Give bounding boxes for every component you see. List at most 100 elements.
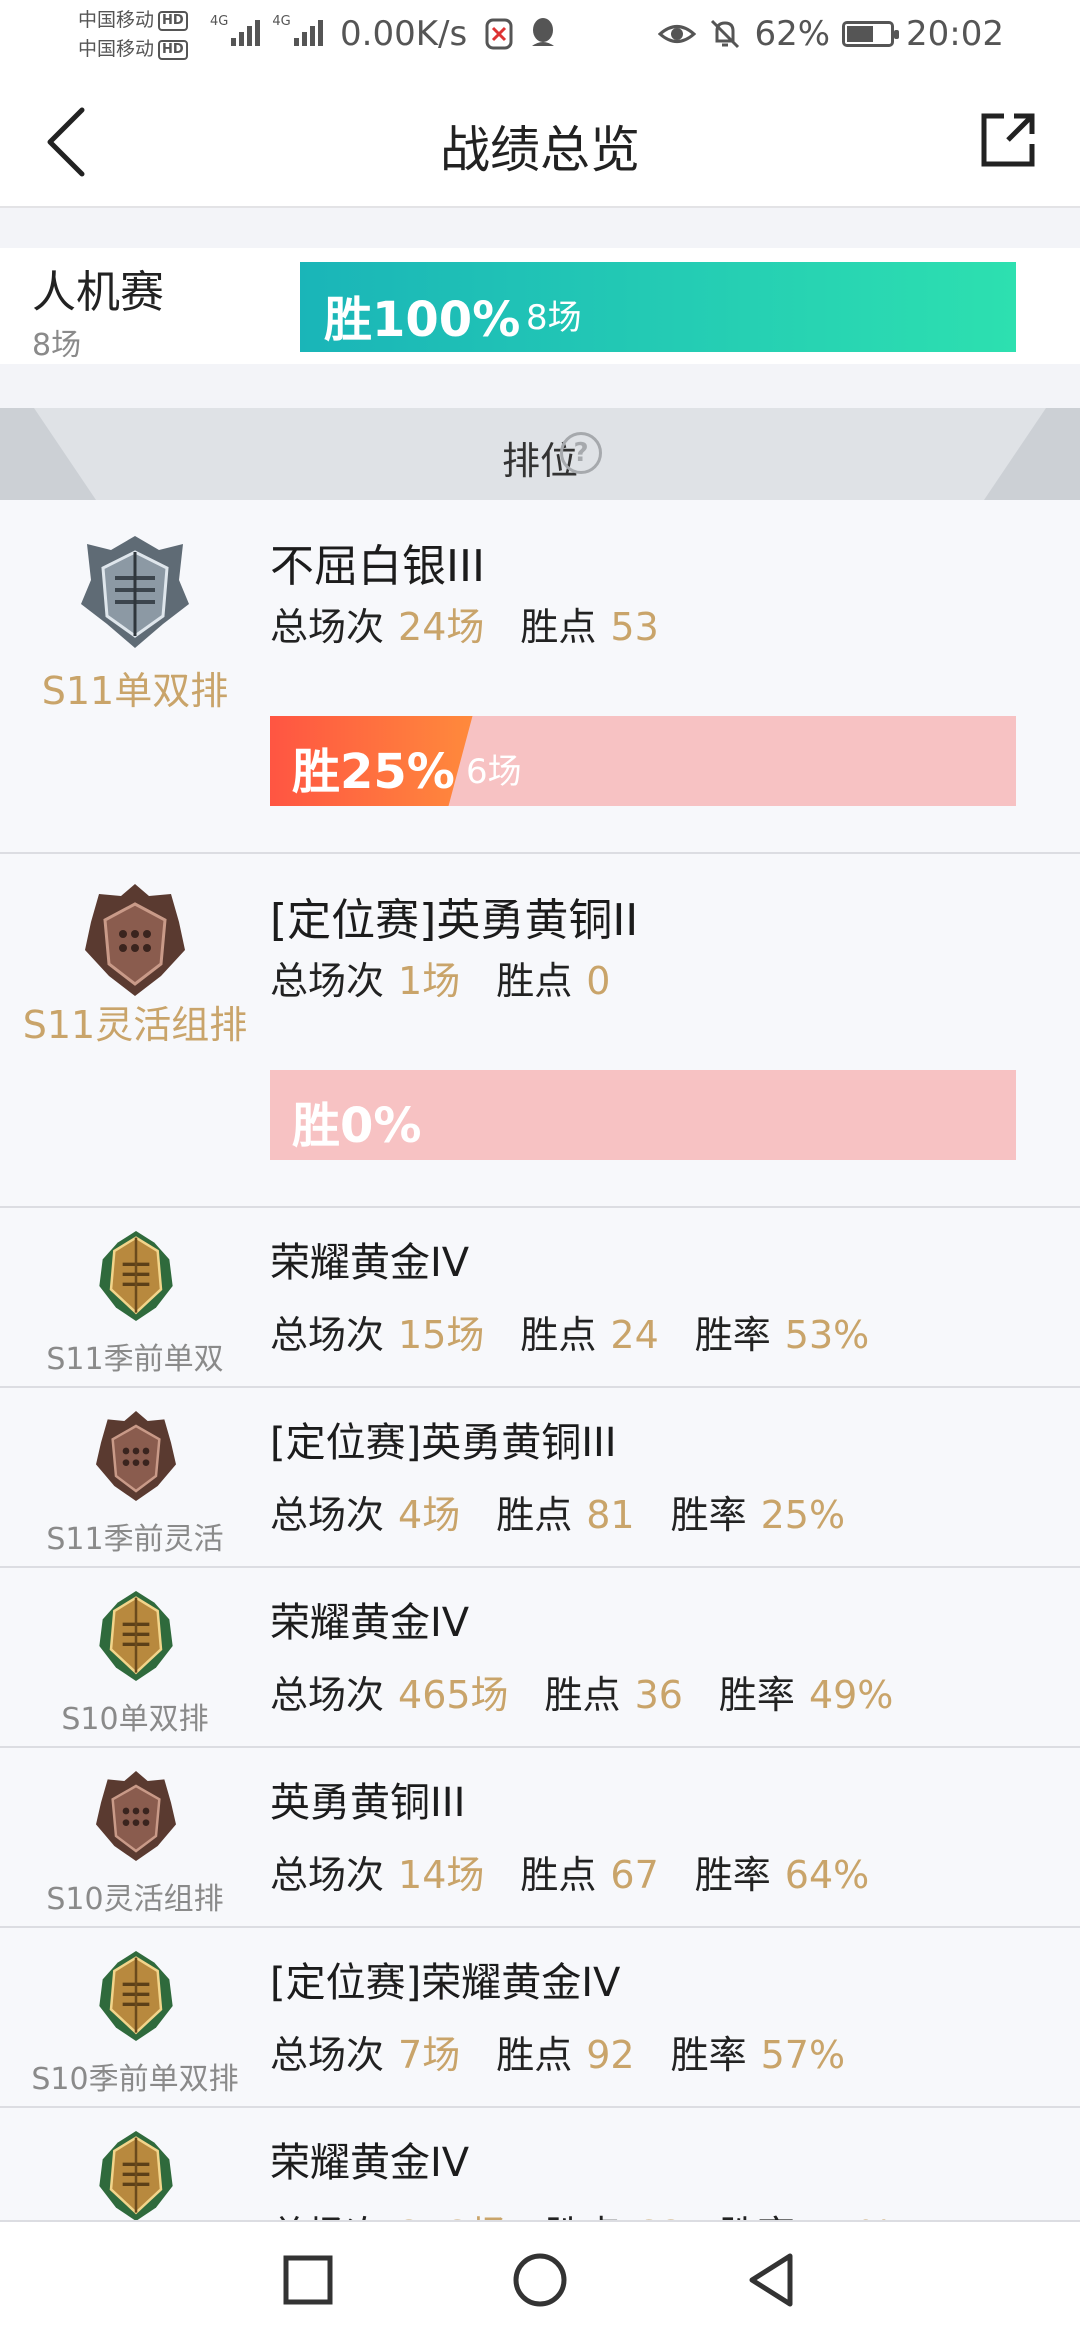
tier-name: 不屈白银III xyxy=(270,541,485,592)
rank-card[interactable]: 荣耀黄金IV 总场次 242场 胜点 68 胜率 55% xyxy=(0,2108,1080,2222)
queue-name: S10单双排 xyxy=(61,1702,209,1737)
home-icon[interactable] xyxy=(508,2248,572,2312)
gold-emblem-icon xyxy=(99,1591,173,1681)
stats-row: 总场次 7场 胜点 92 胜率 57% xyxy=(270,2024,881,2079)
pve-win-bar: 胜100% 8场 xyxy=(300,262,1016,352)
help-icon[interactable]: ? xyxy=(560,432,602,474)
games-value: 15场 xyxy=(398,1313,485,1357)
carrier-label: 中国移动 xyxy=(78,38,155,60)
network-speed: 0.00K/s xyxy=(340,14,468,54)
games-value: 14场 xyxy=(398,1853,485,1897)
games-value: 465场 xyxy=(398,1673,509,1717)
pve-title: 人机赛 xyxy=(32,267,164,318)
pve-summary-row[interactable]: 人机赛 8场 胜100% 8场 xyxy=(0,248,1080,364)
games-value: 7场 xyxy=(398,2033,461,2077)
win-rate-label: 胜率 xyxy=(719,2213,795,2220)
lp-label: 胜点 xyxy=(496,2033,573,2077)
games-label: 总场次 xyxy=(270,1673,385,1717)
pve-win-games: 8场 xyxy=(526,298,582,338)
gold-emblem-icon xyxy=(99,1231,173,1321)
win-rate-value: 53% xyxy=(784,1313,870,1357)
rank-card[interactable]: S10单双排 荣耀黄金IV 总场次 465场 胜点 36 胜率 49% xyxy=(0,1568,1080,1748)
hd-badge: HD xyxy=(158,10,188,31)
network-type: 4G xyxy=(272,14,291,29)
network-type: 4G xyxy=(210,14,229,29)
win-rate-label: 胜0% xyxy=(292,1098,422,1154)
tier-name: [定位赛]英勇黄铜II xyxy=(270,895,639,946)
ranked-section-header: 排位 ? xyxy=(0,408,1080,500)
win-rate-bar: 胜25% 6场 xyxy=(270,716,1016,806)
rank-card[interactable]: S11单双排 不屈白银III 总场次 24场 胜点 53 胜25% 6场 xyxy=(0,500,1080,854)
games-label: 总场次 xyxy=(270,1313,385,1357)
stats-row: 总场次 242场 胜点 68 胜率 55% xyxy=(270,2204,929,2220)
games-value: 1场 xyxy=(398,959,461,1003)
status-bar: 中国移动 HD 中国移动 HD 4G 4G 0.00K/s 62% 20:02 xyxy=(0,0,1080,72)
games-value: 242场 xyxy=(398,2213,509,2220)
lp-label: 胜点 xyxy=(496,1493,573,1537)
win-rate-value: 25% xyxy=(760,1493,846,1537)
games-label: 总场次 xyxy=(270,959,385,1003)
win-games: 6场 xyxy=(466,752,522,792)
queue-name: S11季前单双 xyxy=(46,1342,224,1377)
recent-apps-icon[interactable] xyxy=(276,2248,340,2312)
stats-row: 总场次 24场 胜点 53 xyxy=(270,596,695,651)
tier-name: 英勇黄铜III xyxy=(270,1780,466,1826)
win-rate-value: 57% xyxy=(760,2033,846,2077)
stats-row: 总场次 1场 胜点 0 xyxy=(270,950,646,1005)
queue-name: S10季前单双排 xyxy=(31,2062,239,2097)
share-icon[interactable] xyxy=(978,110,1038,170)
rank-card[interactable]: S11灵活组排 [定位赛]英勇黄铜II 总场次 1场 胜点 0 胜0% xyxy=(0,854,1080,1208)
lp-value: 0 xyxy=(586,959,611,1003)
app-notification-icon xyxy=(485,18,513,50)
win-rate-bar: 胜0% xyxy=(270,1070,1016,1160)
tier-name: [定位赛]英勇黄铜III xyxy=(270,1420,617,1466)
rank-card[interactable]: S10季前单双排 [定位赛]荣耀黄金IV 总场次 7场 胜点 92 胜率 57% xyxy=(0,1928,1080,2108)
status-right: 62% 20:02 xyxy=(658,14,1004,54)
tier-name: [定位赛]荣耀黄金IV xyxy=(270,1960,621,2006)
carrier-label: 中国移动 xyxy=(78,9,155,31)
lp-value: 68 xyxy=(635,2213,683,2220)
win-rate-value: 55% xyxy=(809,2213,893,2220)
games-value: 24场 xyxy=(398,605,485,649)
rank-card[interactable]: S11季前灵活 [定位赛]英勇黄铜III 总场次 4场 胜点 81 胜率 25% xyxy=(0,1388,1080,1568)
qq-icon xyxy=(532,18,554,46)
tier-name: 荣耀黄金IV xyxy=(270,1240,470,1286)
mute-bell-icon xyxy=(711,19,740,49)
app-header: 战绩总览 xyxy=(0,72,1080,208)
back-nav-icon[interactable] xyxy=(740,2248,804,2312)
bronze-emblem-icon xyxy=(96,1411,176,1501)
pve-game-count: 8场 xyxy=(32,328,82,363)
gold-emblem-icon xyxy=(99,1951,173,2041)
battery-percent: 62% xyxy=(754,14,831,54)
pve-win-rate: 胜100% xyxy=(324,292,521,348)
battery-icon xyxy=(842,21,900,47)
lp-value: 67 xyxy=(610,1853,659,1897)
bronze-emblem-icon xyxy=(85,884,185,996)
gold-emblem-icon xyxy=(99,2131,173,2220)
eye-icon xyxy=(658,25,697,43)
games-label: 总场次 xyxy=(270,2213,384,2220)
games-label: 总场次 xyxy=(270,1853,385,1897)
rank-card[interactable]: S10灵活组排 英勇黄铜III 总场次 14场 胜点 67 胜率 64% xyxy=(0,1748,1080,1928)
win-rate-label: 胜率 xyxy=(694,1313,771,1357)
games-label: 总场次 xyxy=(270,1493,385,1537)
stats-row: 总场次 4场 胜点 81 胜率 25% xyxy=(270,1484,881,1539)
battery-fill xyxy=(847,26,874,42)
win-rate-label: 胜率 xyxy=(718,1673,795,1717)
win-rate-label: 胜25% xyxy=(292,744,455,800)
page-title: 战绩总览 xyxy=(440,121,640,179)
win-rate-label: 胜率 xyxy=(694,1853,771,1897)
queue-name: S11季前灵活 xyxy=(46,1522,224,1557)
hd-badge: HD xyxy=(158,39,188,60)
signal-icon: 4G xyxy=(272,14,323,46)
games-label: 总场次 xyxy=(270,2033,385,2077)
games-value: 4场 xyxy=(398,1493,461,1537)
win-rate-value: 64% xyxy=(784,1853,870,1897)
bronze-emblem-icon xyxy=(96,1771,176,1861)
rank-card[interactable]: S11季前单双 荣耀黄金IV 总场次 15场 胜点 24 胜率 53% xyxy=(0,1208,1080,1388)
lp-value: 53 xyxy=(610,605,659,649)
carrier-info: 中国移动 HD 中国移动 HD xyxy=(78,6,188,64)
tier-name: 荣耀黄金IV xyxy=(270,1600,470,1646)
win-rate-label: 胜率 xyxy=(670,2033,747,2077)
lp-label: 胜点 xyxy=(496,959,573,1003)
